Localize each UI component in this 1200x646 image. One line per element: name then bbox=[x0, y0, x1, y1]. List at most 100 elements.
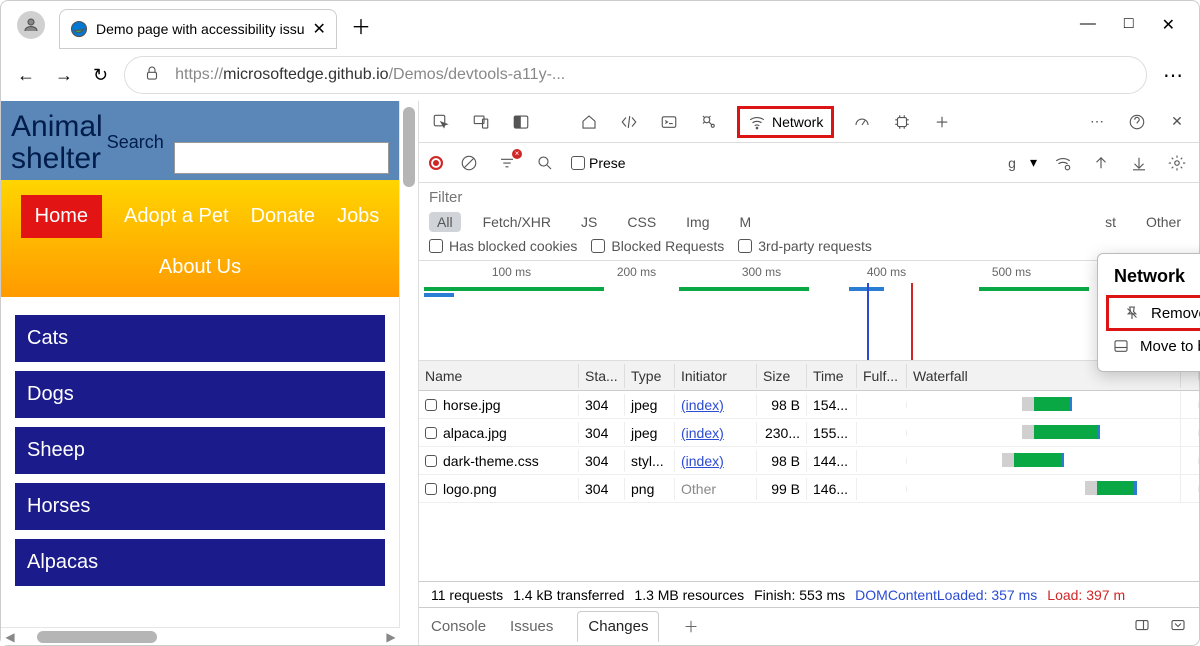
url-input[interactable]: https://microsoftedge.github.io/Demos/de… bbox=[124, 56, 1147, 94]
table-row[interactable]: horse.jpg304jpeg(index)98 B154... bbox=[419, 391, 1199, 419]
category-list: Cats Dogs Sheep Horses Alpacas bbox=[1, 297, 399, 600]
status-finish: Finish: 553 ms bbox=[754, 587, 845, 603]
devtools-drawer: Console Issues Changes ＋ bbox=[419, 607, 1199, 645]
clear-icon[interactable] bbox=[457, 151, 481, 175]
nav-about[interactable]: About Us bbox=[159, 256, 241, 279]
page-scrollbar-horizontal[interactable]: ◀▶ bbox=[1, 627, 400, 645]
filter-js[interactable]: JS bbox=[573, 212, 605, 232]
window-controls: ― □ ✕ bbox=[1080, 15, 1191, 35]
refresh-button[interactable]: ↻ bbox=[93, 65, 108, 86]
new-tab-button[interactable]: ＋ bbox=[351, 11, 371, 40]
drawer-issues[interactable]: Issues bbox=[510, 618, 553, 635]
url-host: microsoftedge.github.io bbox=[223, 66, 388, 83]
col-fulfilled[interactable]: Fulf... bbox=[857, 364, 907, 388]
blocked-requests-checkbox[interactable]: Blocked Requests bbox=[591, 238, 724, 254]
network-tab-label: Network bbox=[772, 114, 823, 130]
import-icon[interactable] bbox=[1089, 151, 1113, 175]
context-menu: Network Remove from Activity Bar Move to… bbox=[1097, 253, 1200, 372]
devtools-more-icon[interactable]: ⋯ bbox=[1085, 110, 1109, 134]
devtools-activity-bar: Network ⋯ ✕ bbox=[419, 101, 1199, 143]
maximize-button[interactable]: □ bbox=[1124, 15, 1134, 35]
inspect-icon[interactable] bbox=[429, 110, 453, 134]
filter-img[interactable]: Img bbox=[678, 212, 717, 232]
url-protocol: https:// bbox=[175, 66, 223, 83]
memory-icon[interactable] bbox=[890, 110, 914, 134]
col-size[interactable]: Size bbox=[757, 364, 807, 388]
nav-donate[interactable]: Donate bbox=[251, 205, 316, 228]
dock-icon[interactable] bbox=[509, 110, 533, 134]
network-status-bar: 11 requests 1.4 kB transferred 1.3 MB re… bbox=[419, 581, 1199, 607]
network-conditions-icon[interactable] bbox=[1051, 151, 1075, 175]
more-tools-icon[interactable] bbox=[930, 110, 954, 134]
filter-css[interactable]: CSS bbox=[619, 212, 664, 232]
back-button[interactable]: ← bbox=[17, 65, 35, 86]
throttle-label[interactable]: g bbox=[1008, 155, 1016, 171]
filter-all[interactable]: All bbox=[429, 212, 461, 232]
network-toolbar: × Prese g ▾ bbox=[419, 143, 1199, 183]
nav-home[interactable]: Home bbox=[21, 195, 102, 238]
record-button[interactable] bbox=[429, 156, 443, 170]
tick: 300 ms bbox=[699, 265, 824, 279]
category-dogs[interactable]: Dogs bbox=[15, 371, 385, 418]
browser-menu-button[interactable]: ⋯ bbox=[1163, 63, 1183, 88]
profile-avatar[interactable] bbox=[17, 11, 45, 39]
elements-icon[interactable] bbox=[617, 110, 641, 134]
export-icon[interactable] bbox=[1127, 151, 1151, 175]
network-timeline[interactable]: 100 ms 200 ms 300 ms 400 ms 500 ms 600 m… bbox=[419, 261, 1199, 361]
close-window-button[interactable]: ✕ bbox=[1162, 15, 1175, 35]
search-icon[interactable] bbox=[533, 151, 557, 175]
devtools-close-icon[interactable]: ✕ bbox=[1165, 110, 1189, 134]
drawer-add-icon[interactable]: ＋ bbox=[683, 616, 698, 637]
third-party-checkbox[interactable]: 3rd-party requests bbox=[738, 238, 872, 254]
status-dcl: DOMContentLoaded: 357 ms bbox=[855, 587, 1037, 603]
preserve-log-checkbox[interactable]: Prese bbox=[571, 155, 626, 171]
page-scrollbar-vertical[interactable] bbox=[399, 101, 417, 645]
network-tab[interactable]: Network bbox=[737, 106, 834, 138]
table-row[interactable]: dark-theme.css304styl...(index)98 B144..… bbox=[419, 447, 1199, 475]
drawer-console[interactable]: Console bbox=[431, 618, 486, 635]
wifi-icon bbox=[748, 113, 766, 131]
performance-icon[interactable] bbox=[850, 110, 874, 134]
filter-input[interactable] bbox=[429, 189, 529, 206]
menu-remove-from-activity-bar[interactable]: Remove from Activity Bar bbox=[1106, 295, 1200, 331]
col-status[interactable]: Sta... bbox=[579, 364, 625, 388]
browser-tab[interactable]: Demo page with accessibility issu ✕ bbox=[59, 9, 337, 49]
col-type[interactable]: Type bbox=[625, 364, 675, 388]
settings-icon[interactable] bbox=[1165, 151, 1189, 175]
col-time[interactable]: Time bbox=[807, 364, 857, 388]
menu-move-to-bottom[interactable]: Move to bottom Quick View bbox=[1098, 331, 1200, 361]
network-table: Name Sta... Type Initiator Size Time Ful… bbox=[419, 361, 1199, 581]
blocked-cookies-checkbox[interactable]: Has blocked cookies bbox=[429, 238, 577, 254]
console-icon[interactable] bbox=[657, 110, 681, 134]
throttle-chevron-icon[interactable]: ▾ bbox=[1030, 154, 1037, 171]
search-input[interactable] bbox=[174, 142, 389, 174]
category-alpacas[interactable]: Alpacas bbox=[15, 539, 385, 586]
filter-fetch[interactable]: Fetch/XHR bbox=[475, 212, 559, 232]
welcome-icon[interactable] bbox=[577, 110, 601, 134]
filter-manifest[interactable]: st bbox=[1097, 212, 1124, 232]
table-row[interactable]: logo.png304pngOther99 B146... bbox=[419, 475, 1199, 503]
filter-toggle-icon[interactable]: × bbox=[495, 151, 519, 175]
status-requests: 11 requests bbox=[431, 587, 503, 603]
filter-media[interactable]: M bbox=[732, 212, 760, 232]
drawer-dock-icon[interactable] bbox=[1133, 616, 1151, 638]
minimize-button[interactable]: ― bbox=[1080, 15, 1096, 35]
sources-icon[interactable] bbox=[697, 110, 721, 134]
drawer-collapse-icon[interactable] bbox=[1169, 616, 1187, 638]
forward-button[interactable]: → bbox=[55, 65, 73, 86]
category-sheep[interactable]: Sheep bbox=[15, 427, 385, 474]
nav-adopt[interactable]: Adopt a Pet bbox=[124, 205, 229, 228]
drawer-changes[interactable]: Changes bbox=[577, 611, 659, 642]
device-icon[interactable] bbox=[469, 110, 493, 134]
table-row[interactable]: alpaca.jpg304jpeg(index)230...155... bbox=[419, 419, 1199, 447]
table-header: Name Sta... Type Initiator Size Time Ful… bbox=[419, 361, 1199, 391]
category-cats[interactable]: Cats bbox=[15, 315, 385, 362]
col-initiator[interactable]: Initiator bbox=[675, 364, 757, 388]
col-name[interactable]: Name bbox=[419, 364, 579, 388]
filter-other[interactable]: Other bbox=[1138, 212, 1189, 232]
tab-close-icon[interactable]: ✕ bbox=[313, 19, 326, 39]
help-icon[interactable] bbox=[1125, 110, 1149, 134]
nav-jobs[interactable]: Jobs bbox=[337, 205, 379, 228]
edge-favicon bbox=[70, 20, 88, 38]
category-horses[interactable]: Horses bbox=[15, 483, 385, 530]
